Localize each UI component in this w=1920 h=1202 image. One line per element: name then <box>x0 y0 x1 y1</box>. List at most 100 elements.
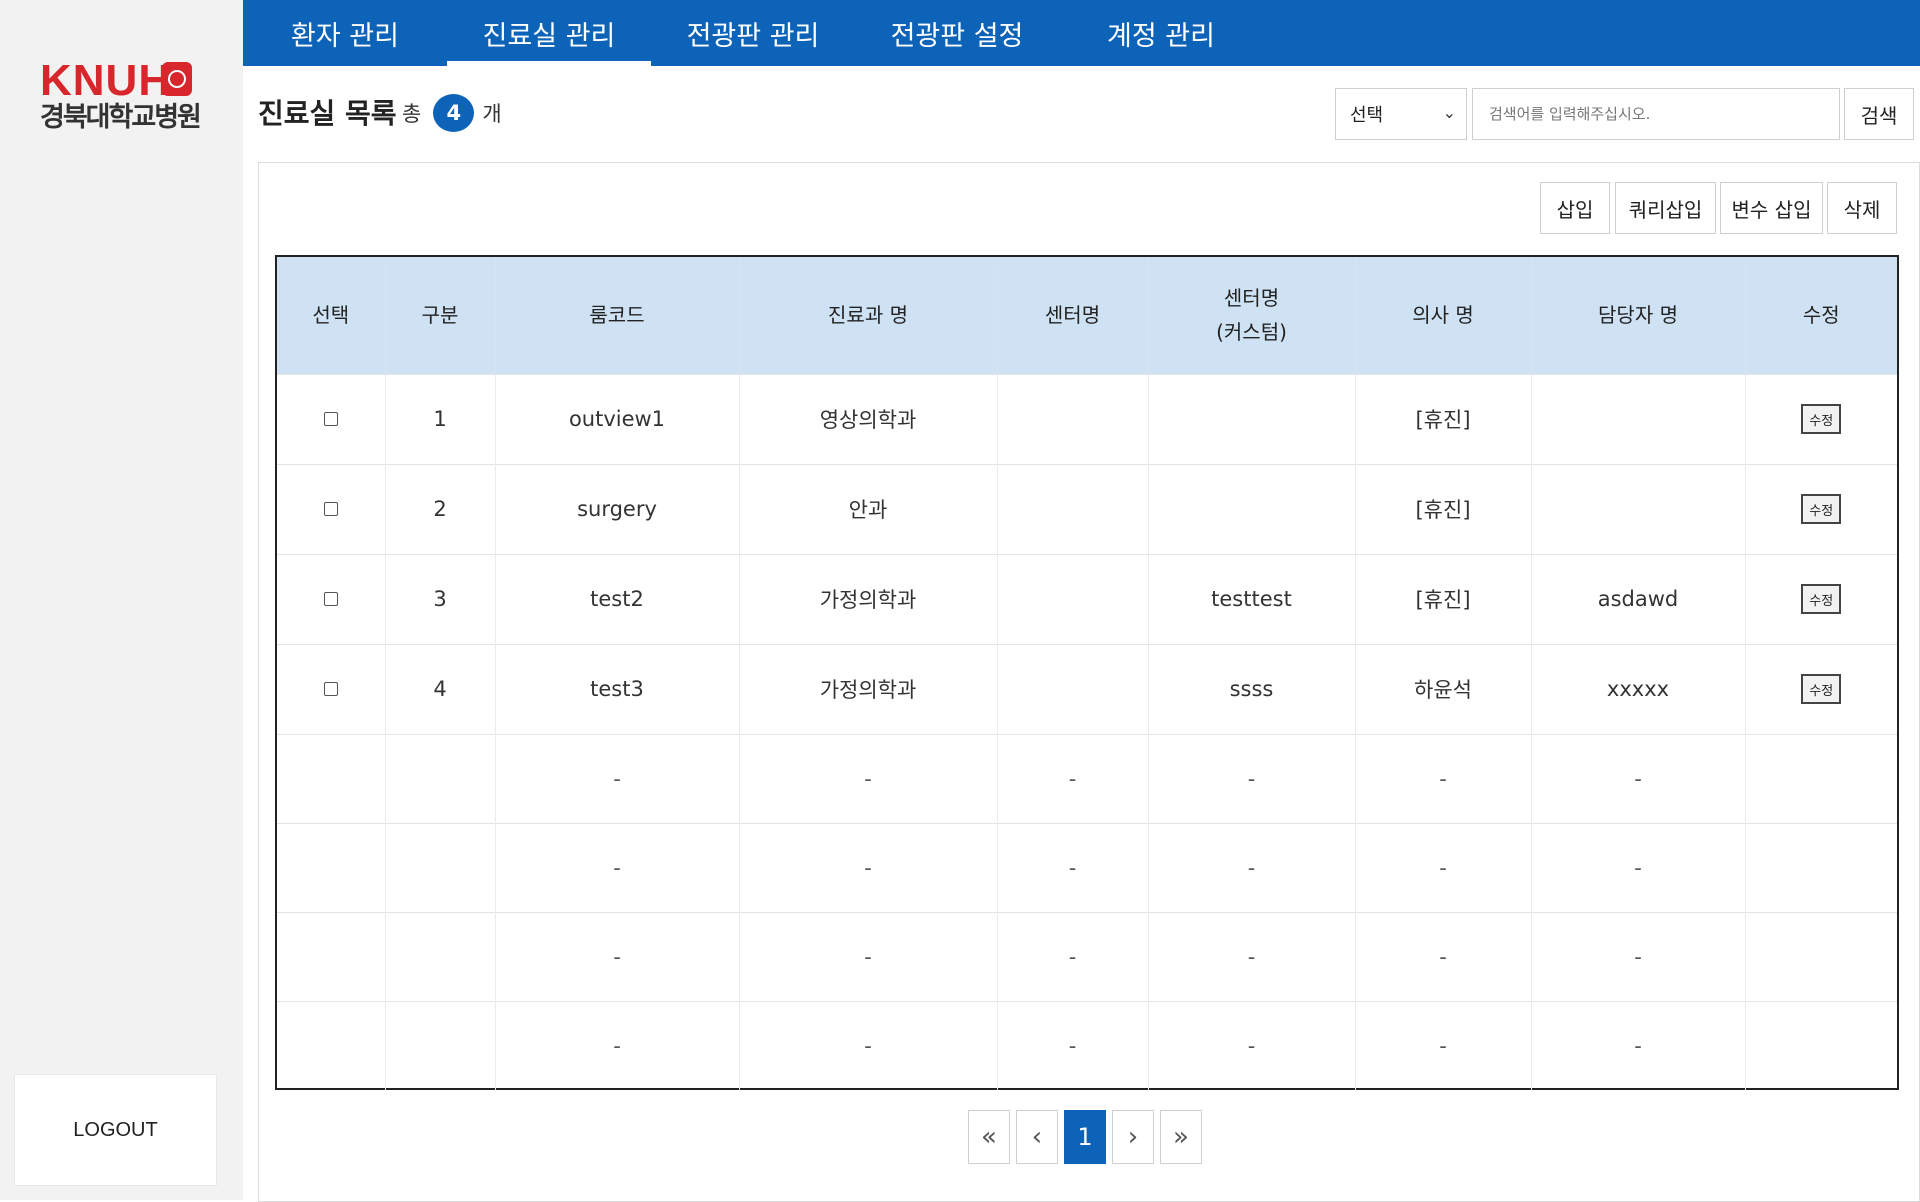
edit-button[interactable]: 수정 <box>1801 584 1842 614</box>
column-header-manager: 담당자 명 <box>1531 257 1746 374</box>
count-suffix: 개 <box>482 102 502 126</box>
cell-manager: asdawd <box>1531 553 1746 644</box>
cell-manager: xxxxx <box>1531 643 1746 734</box>
placeholder-cell: - <box>495 911 740 1001</box>
empty-cell <box>277 911 386 1001</box>
empty-cell <box>1745 1000 1897 1090</box>
cell-center <box>997 643 1149 734</box>
placeholder-cell: - <box>1531 911 1746 1001</box>
row-checkbox[interactable] <box>323 412 338 426</box>
cell-department: 안과 <box>739 463 998 554</box>
cell-doctor: [휴진] <box>1355 463 1532 554</box>
cell-manager <box>1531 373 1746 464</box>
row-select-cell <box>277 463 386 554</box>
cell-department: 가정의학과 <box>739 553 998 644</box>
count-prefix: 총 <box>402 102 422 126</box>
top-nav: 환자 관리 진료실 관리 전광판 관리 전광판 설정 계정 관리 <box>243 0 1920 66</box>
edit-button[interactable]: 수정 <box>1801 494 1842 524</box>
empty-cell <box>1745 911 1897 1001</box>
column-header-center: 센터명 <box>997 257 1149 374</box>
nav-tab-clinic-room[interactable]: 진료실 관리 <box>447 0 651 66</box>
placeholder-cell: - <box>739 1000 998 1090</box>
placeholder-cell: - <box>1531 822 1746 912</box>
delete-button[interactable]: 삭제 <box>1827 182 1897 234</box>
empty-cell <box>277 733 386 823</box>
empty-table-row: - - - - - - <box>277 822 1897 912</box>
row-checkbox[interactable] <box>323 682 338 696</box>
cell-center-custom: testtest <box>1148 553 1356 644</box>
row-edit-cell: 수정 <box>1745 553 1897 644</box>
placeholder-cell: - <box>1355 1000 1532 1090</box>
empty-table-row: - - - - - - <box>277 733 1897 823</box>
empty-cell <box>277 822 386 912</box>
total-count: 총 4 개 <box>402 94 502 132</box>
nav-tab-account[interactable]: 계정 관리 <box>1059 0 1263 66</box>
column-header-room-code: 룸코드 <box>495 257 740 374</box>
logo-emblem-icon <box>162 62 192 96</box>
pagination: « ‹ 1 › » <box>968 1110 1202 1164</box>
cell-department: 가정의학과 <box>739 643 998 734</box>
prev-page-button[interactable]: ‹ <box>1016 1110 1058 1164</box>
column-header-edit: 수정 <box>1745 257 1897 374</box>
cell-room-code: outview1 <box>495 373 740 464</box>
table-header-row: 선택 구분 룸코드 진료과 명 센터명 센터명 (커스텀) 의사 명 담당자 명… <box>277 257 1897 374</box>
placeholder-cell: - <box>1148 733 1356 823</box>
placeholder-cell: - <box>1148 911 1356 1001</box>
placeholder-cell: - <box>997 911 1149 1001</box>
logo-text-en: KNUH <box>40 56 172 105</box>
last-page-button[interactable]: » <box>1160 1110 1202 1164</box>
cell-number: 2 <box>385 463 496 554</box>
chevron-down-icon: ⌄ <box>1442 103 1456 122</box>
table-row: 2 surgery 안과 [휴진] 수정 <box>277 463 1897 554</box>
row-select-cell <box>277 643 386 734</box>
count-badge: 4 <box>433 94 475 132</box>
placeholder-cell: - <box>739 733 998 823</box>
empty-cell <box>385 1000 496 1090</box>
search-category-select[interactable]: 선택 ⌄ <box>1335 88 1467 140</box>
placeholder-cell: - <box>1355 911 1532 1001</box>
first-page-button[interactable]: « <box>968 1110 1010 1164</box>
empty-cell <box>385 733 496 823</box>
nav-tab-patient[interactable]: 환자 관리 <box>243 0 447 66</box>
row-edit-cell: 수정 <box>1745 643 1897 734</box>
cell-number: 3 <box>385 553 496 644</box>
search-button[interactable]: 검색 <box>1844 88 1914 140</box>
nav-tab-board-settings[interactable]: 전광판 설정 <box>855 0 1059 66</box>
cell-room-code: test3 <box>495 643 740 734</box>
knuh-logo[interactable]: KNUH 경북대학교병원 <box>40 56 202 138</box>
edit-button[interactable]: 수정 <box>1801 674 1842 704</box>
empty-cell <box>385 911 496 1001</box>
logout-button[interactable]: LOGOUT <box>14 1074 217 1186</box>
column-header-department: 진료과 명 <box>739 257 998 374</box>
cell-manager <box>1531 463 1746 554</box>
row-checkbox[interactable] <box>323 592 338 606</box>
table-row: 3 test2 가정의학과 testtest [휴진] asdawd 수정 <box>277 553 1897 644</box>
edit-button[interactable]: 수정 <box>1801 404 1842 434</box>
variable-insert-button[interactable]: 변수 삽입 <box>1720 182 1823 234</box>
nav-tab-board[interactable]: 전광판 관리 <box>651 0 855 66</box>
cell-number: 4 <box>385 643 496 734</box>
empty-cell <box>1745 733 1897 823</box>
cell-center <box>997 463 1149 554</box>
cell-center-custom <box>1148 463 1356 554</box>
placeholder-cell: - <box>1531 1000 1746 1090</box>
insert-button[interactable]: 삽입 <box>1540 182 1610 234</box>
search-input[interactable] <box>1472 88 1840 140</box>
logo-text-ko: 경북대학교병원 <box>40 102 202 133</box>
page-1-button[interactable]: 1 <box>1064 1110 1106 1164</box>
column-header-center-custom: 센터명 (커스텀) <box>1148 257 1356 374</box>
placeholder-cell: - <box>997 1000 1149 1090</box>
row-edit-cell: 수정 <box>1745 373 1897 464</box>
query-insert-button[interactable]: 쿼리삽입 <box>1615 182 1716 234</box>
placeholder-cell: - <box>1355 733 1532 823</box>
table-row: 1 outview1 영상의학과 [휴진] 수정 <box>277 373 1897 464</box>
cell-department: 영상의학과 <box>739 373 998 464</box>
empty-table-row: - - - - - - <box>277 1000 1897 1090</box>
cell-center <box>997 373 1149 464</box>
row-checkbox[interactable] <box>323 502 338 516</box>
cell-doctor: [휴진] <box>1355 553 1532 644</box>
row-edit-cell: 수정 <box>1745 463 1897 554</box>
placeholder-cell: - <box>997 733 1149 823</box>
placeholder-cell: - <box>495 733 740 823</box>
next-page-button[interactable]: › <box>1112 1110 1154 1164</box>
